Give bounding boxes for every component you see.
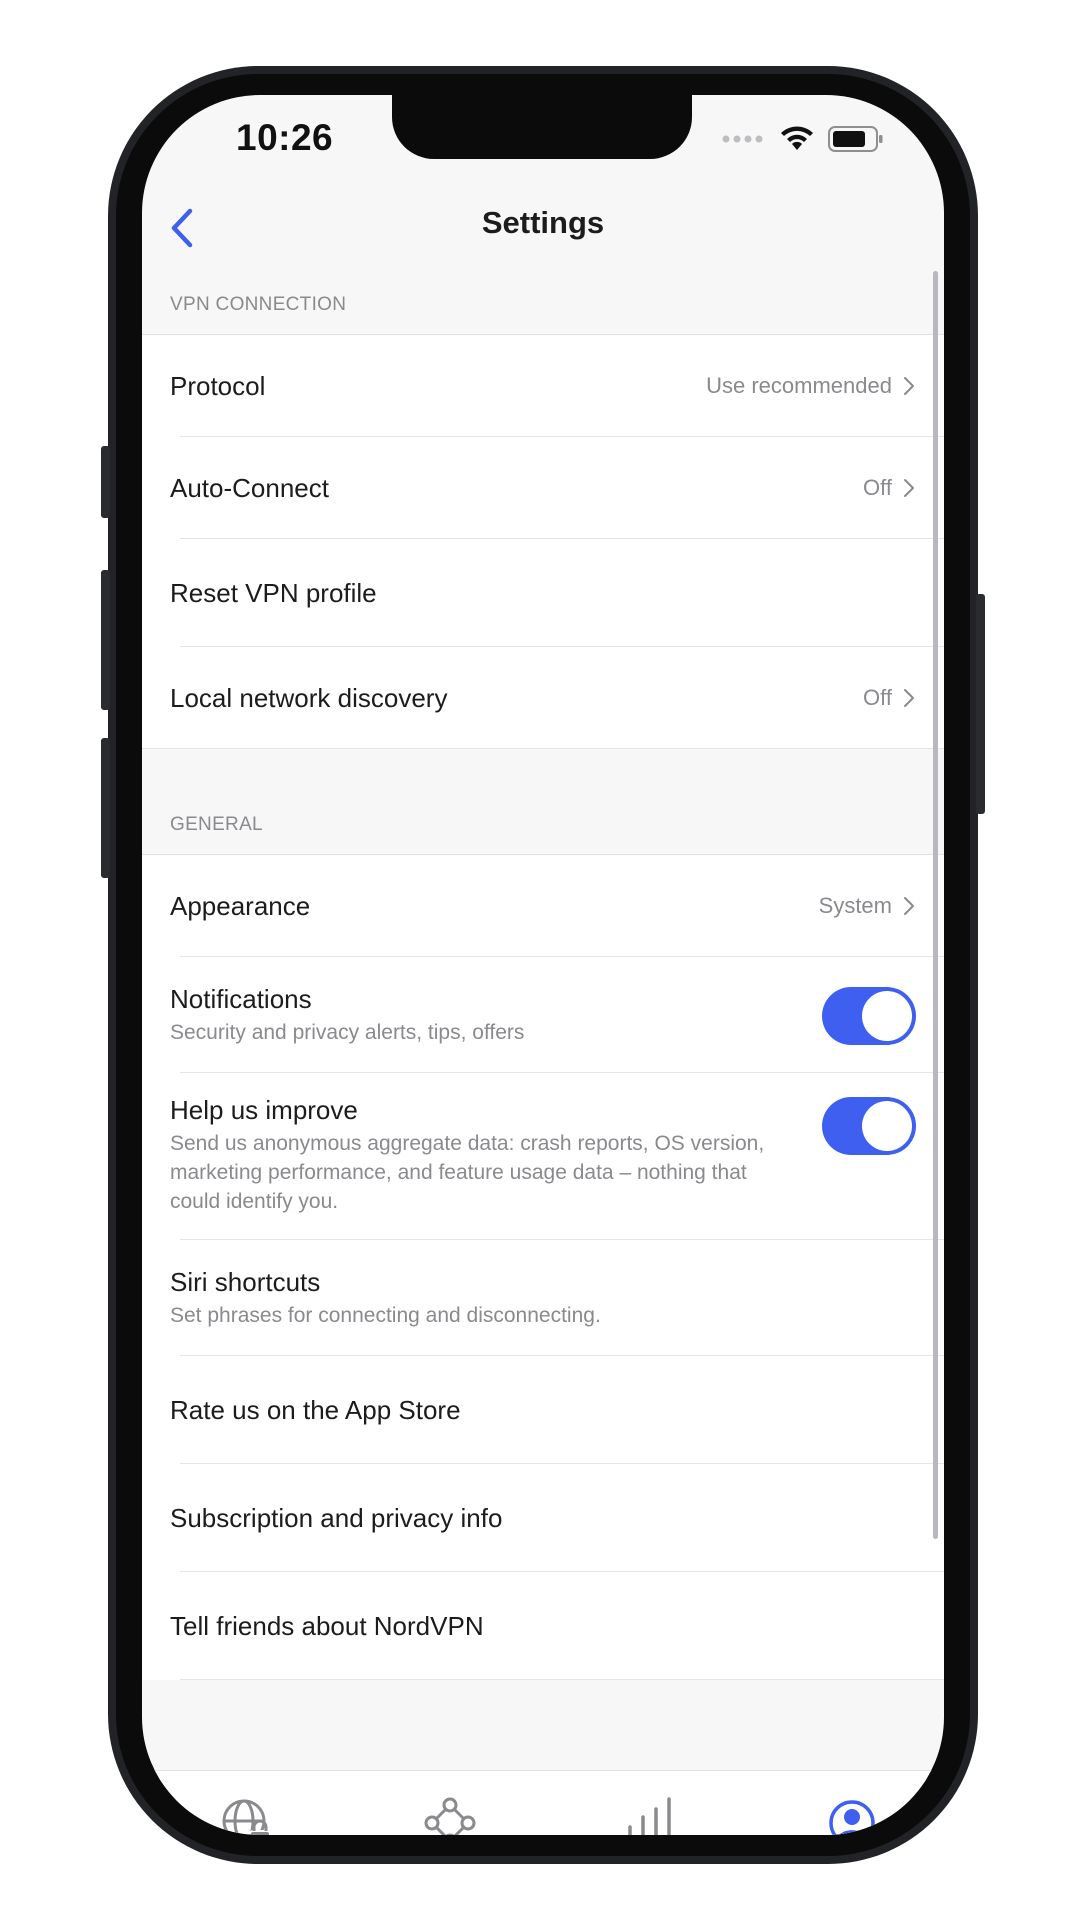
- row-label: Help us improve: [170, 1095, 358, 1125]
- power-button: [976, 594, 985, 814]
- row-subtitle: Send us anonymous aggregate data: crash …: [170, 1132, 765, 1213]
- auto-connect-row[interactable]: Auto-Connect Off: [142, 437, 944, 539]
- section-header-vpn: VPN CONNECTION: [142, 267, 944, 335]
- toggle-knob: [862, 991, 912, 1041]
- row-value: Off: [863, 685, 892, 710]
- section-header-general: GENERAL: [142, 749, 944, 855]
- globe-lock-icon: [222, 1799, 271, 1835]
- meshnet-icon: [424, 1797, 476, 1835]
- notch: [392, 95, 692, 159]
- tab-vpn-map[interactable]: [218, 1793, 278, 1835]
- tab-meshnet[interactable]: [420, 1793, 480, 1835]
- reset-vpn-profile-row[interactable]: Reset VPN profile: [142, 539, 944, 647]
- local-network-discovery-row[interactable]: Local network discovery Off: [142, 647, 944, 749]
- subscription-privacy-row[interactable]: Subscription and privacy info: [142, 1464, 944, 1572]
- rate-app-store-row[interactable]: Rate us on the App Store: [142, 1356, 944, 1464]
- row-subtitle: Security and privacy alerts, tips, offer…: [170, 1020, 525, 1044]
- volume-up-button: [101, 570, 110, 710]
- row-label: Auto-Connect: [170, 472, 329, 503]
- notifications-toggle[interactable]: [822, 987, 916, 1045]
- row-label: Siri shortcuts: [170, 1266, 321, 1297]
- general-group: Appearance System Notifications Security…: [142, 855, 944, 1680]
- toggle-knob: [862, 1101, 912, 1151]
- scrollbar[interactable]: [933, 271, 938, 1539]
- row-label: Tell friends about NordVPN: [170, 1610, 484, 1641]
- row-label: Appearance: [170, 890, 311, 921]
- row-value: Off: [863, 475, 892, 500]
- row-label: Subscription and privacy info: [170, 1502, 503, 1533]
- stats-bars-icon: [628, 1797, 671, 1835]
- tab-profile[interactable]: [822, 1793, 882, 1835]
- row-label: Notifications: [170, 983, 312, 1014]
- status-indicators: [722, 125, 884, 153]
- chevron-right-icon: [904, 689, 914, 707]
- row-label: Reset VPN profile: [170, 577, 377, 608]
- page-title: Settings: [481, 205, 605, 240]
- settings-list[interactable]: VPN CONNECTION Protocol Use recommended …: [142, 267, 944, 1770]
- row-label: Protocol: [170, 370, 266, 401]
- wifi-icon: [781, 126, 813, 150]
- help-us-improve-row: Help us improve Send us anonymous aggreg…: [142, 1073, 944, 1240]
- appearance-row[interactable]: Appearance System: [142, 855, 944, 957]
- battery-icon: [828, 126, 883, 152]
- mute-switch: [101, 446, 110, 518]
- protocol-row[interactable]: Protocol Use recommended: [142, 335, 944, 437]
- tab-bar: [142, 1770, 944, 1835]
- chevron-right-icon: [904, 897, 914, 915]
- row-value: Use recommended: [706, 373, 892, 398]
- vpn-group: Protocol Use recommended Auto-Connect Of…: [142, 335, 944, 749]
- row-label: Local network discovery: [170, 682, 448, 713]
- notifications-row: Notifications Security and privacy alert…: [142, 957, 944, 1073]
- status-time: 10:26: [236, 117, 334, 158]
- volume-down-button: [101, 738, 110, 878]
- cellular-signal-icon: [722, 135, 763, 143]
- navigation-bar: Settings: [142, 195, 944, 275]
- tab-stats[interactable]: [620, 1793, 680, 1835]
- tell-friends-row[interactable]: Tell friends about NordVPN: [142, 1572, 944, 1680]
- row-label: Rate us on the App Store: [170, 1394, 461, 1425]
- help-us-improve-toggle[interactable]: [822, 1097, 916, 1155]
- chevron-right-icon: [904, 479, 914, 497]
- profile-icon: [829, 1800, 875, 1835]
- app-screen: 10:26 Settings VPN CONNECTION Protocol U…: [142, 95, 944, 1835]
- chevron-right-icon: [904, 377, 914, 395]
- siri-shortcuts-row[interactable]: Siri shortcuts Set phrases for connectin…: [142, 1240, 944, 1356]
- row-subtitle: Set phrases for connecting and disconnec…: [170, 1303, 601, 1327]
- row-value: System: [818, 893, 892, 918]
